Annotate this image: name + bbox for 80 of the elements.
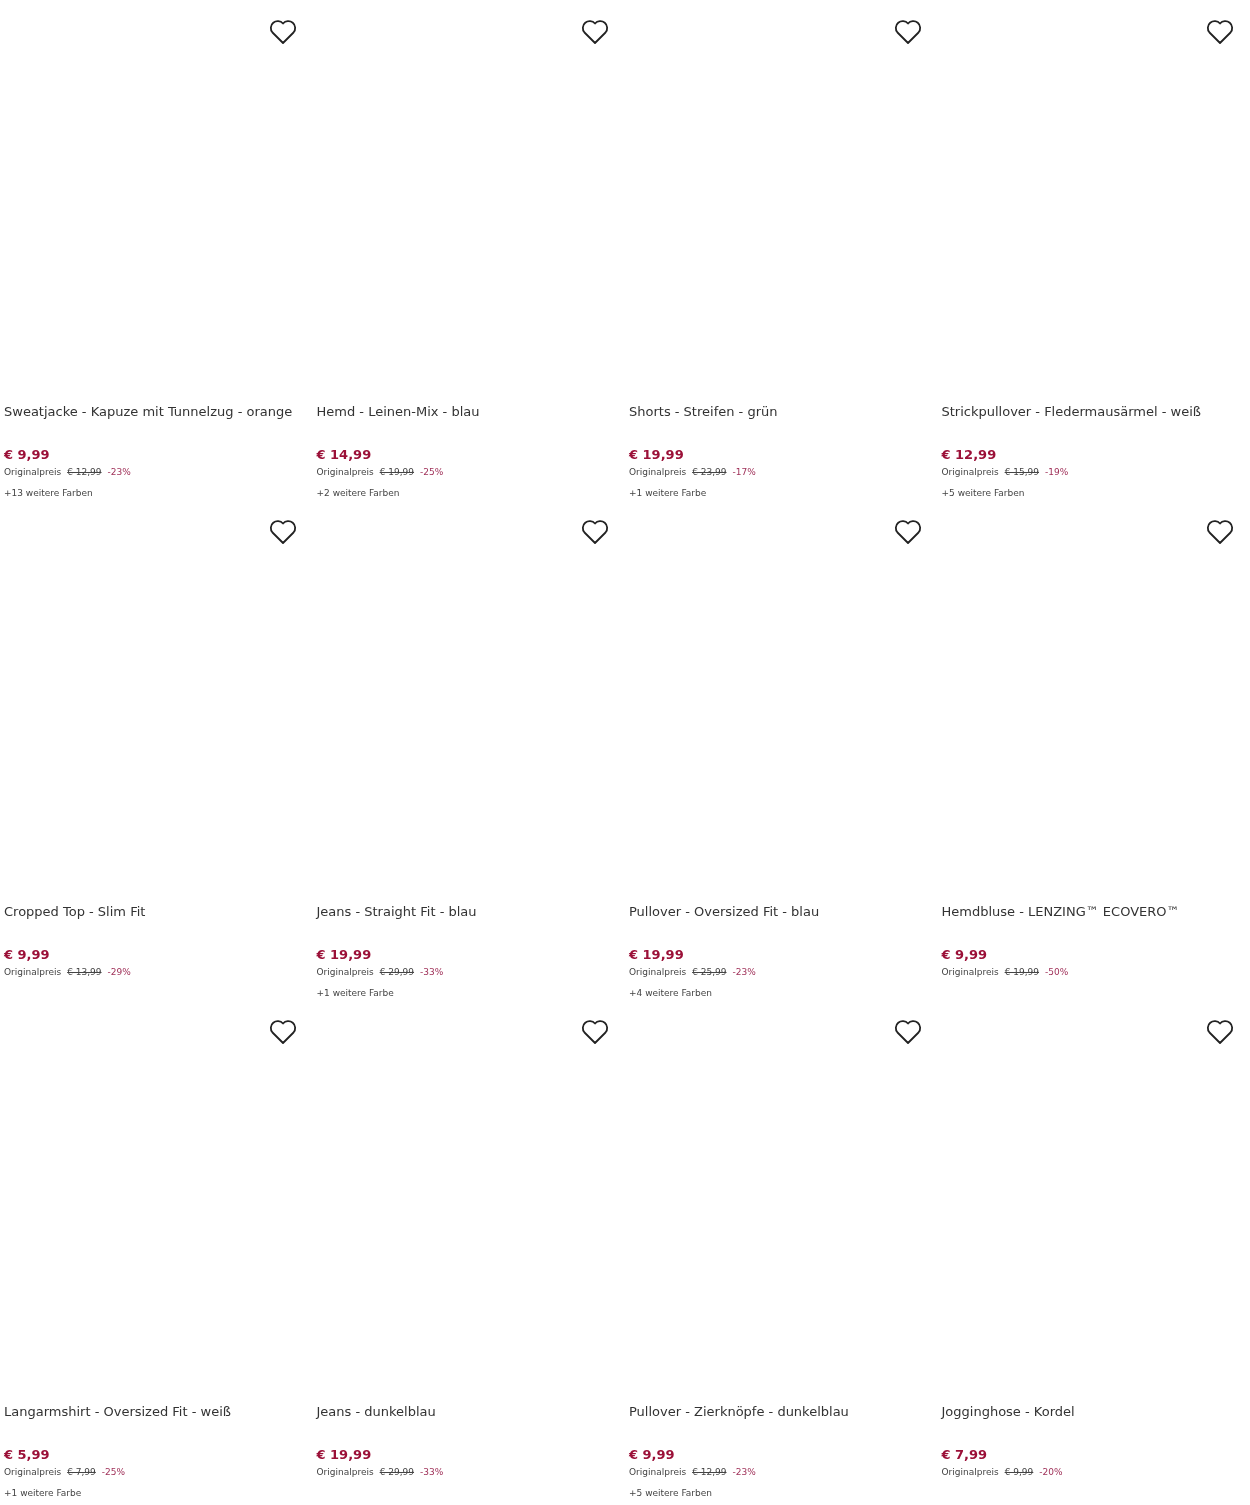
heart-icon[interactable] (581, 519, 609, 545)
heart-icon[interactable] (1206, 1019, 1234, 1045)
original-price: € 23,99 (692, 466, 727, 479)
discount: -25% (420, 466, 444, 479)
more-colors[interactable]: +5 weitere Farben (629, 1486, 938, 1500)
product-title[interactable]: Cropped Top - Slim Fit (4, 902, 313, 922)
discount: -23% (107, 466, 131, 479)
product-title[interactable]: Pullover - Oversized Fit - blau (629, 902, 938, 922)
original-price-label: Originalpreis (629, 1466, 687, 1479)
original-price: € 13,99 (67, 966, 102, 979)
original-price-label: Originalpreis (316, 966, 374, 979)
sale-price: € 12,99 (941, 446, 998, 464)
discount: -50% (1045, 966, 1069, 979)
original-price-label: Originalpreis (4, 1466, 62, 1479)
discount: -29% (107, 966, 131, 979)
heart-icon[interactable] (893, 519, 922, 545)
discount: -17% (732, 466, 756, 479)
original-price: € 12,99 (67, 466, 102, 479)
sale-price: € 19,99 (629, 446, 685, 464)
product-title[interactable]: Jeans - Straight Fit - blau (316, 902, 625, 922)
original-price-label: Originalpreis (4, 966, 62, 979)
discount: -33% (420, 1466, 444, 1479)
original-price: € 19,99 (379, 466, 415, 479)
heart-icon[interactable] (1206, 19, 1234, 45)
product-title[interactable]: Hemd - Leinen-Mix - blau (316, 402, 625, 422)
original-price: € 29,99 (379, 966, 415, 979)
original-price-label: Originalpreis (941, 466, 999, 479)
product-title[interactable]: Pullover - Zierknöpfe - dunkelblau (629, 1402, 938, 1422)
discount: -19% (1045, 466, 1069, 479)
more-colors[interactable]: +13 weitere Farben (4, 486, 313, 500)
product-title[interactable]: Hemdbluse - LENZING™ ECOVERO™ (941, 902, 1250, 922)
sale-price: € 9,99 (4, 446, 51, 464)
product-title[interactable]: Jogginghose - Kordel (941, 1402, 1250, 1422)
heart-icon[interactable] (268, 1019, 297, 1045)
sale-price: € 19,99 (316, 946, 373, 964)
heart-icon[interactable] (581, 19, 609, 45)
original-price: € 25,99 (692, 966, 727, 979)
sale-price: € 5,99 (4, 1446, 51, 1464)
sale-price: € 14,99 (316, 446, 373, 464)
original-price-label: Originalpreis (941, 966, 999, 979)
sale-price: € 19,99 (629, 946, 685, 964)
original-price: € 9,99 (1004, 1466, 1034, 1479)
sale-price: € 9,99 (629, 1446, 676, 1464)
original-price-label: Originalpreis (629, 466, 687, 479)
sale-price: € 7,99 (941, 1446, 989, 1464)
more-colors[interactable]: +1 weitere Farbe (629, 486, 938, 500)
original-price-label: Originalpreis (316, 1466, 374, 1479)
sale-price: € 9,99 (4, 946, 51, 964)
more-colors[interactable]: +4 weitere Farben (629, 986, 938, 1000)
more-colors[interactable]: +5 weitere Farben (941, 486, 1250, 500)
more-colors[interactable]: +2 weitere Farben (316, 486, 625, 500)
original-price: € 7,99 (67, 1466, 96, 1479)
discount: -33% (420, 966, 444, 979)
discount: -25% (101, 1466, 126, 1479)
heart-icon[interactable] (893, 1019, 922, 1045)
product-title[interactable]: Sweatjacke - Kapuze mit Tunnelzug - orange (4, 402, 313, 422)
more-colors[interactable]: +1 weitere Farbe (316, 986, 625, 1000)
original-price: € 12,99 (692, 1466, 727, 1479)
original-price-label: Originalpreis (4, 466, 62, 479)
original-price-label: Originalpreis (316, 466, 374, 479)
more-colors[interactable]: +1 weitere Farbe (4, 1486, 313, 1500)
product-title[interactable]: Langarmshirt - Oversized Fit - weiß (4, 1402, 313, 1422)
original-price-label: Originalpreis (629, 966, 687, 979)
heart-icon[interactable] (268, 519, 297, 545)
original-price: € 29,99 (379, 1466, 415, 1479)
original-price-label: Originalpreis (941, 1466, 999, 1479)
discount: -23% (732, 1466, 756, 1479)
discount: -20% (1039, 1466, 1063, 1479)
original-price: € 19,99 (1004, 966, 1040, 979)
product-title[interactable]: Shorts - Streifen - grün (629, 402, 938, 422)
sale-price: € 9,99 (941, 946, 989, 964)
heart-icon[interactable] (581, 1019, 609, 1045)
original-price: € 15,99 (1004, 466, 1040, 479)
sale-price: € 19,99 (316, 1446, 373, 1464)
product-title[interactable]: Jeans - dunkelblau (316, 1402, 625, 1422)
heart-icon[interactable] (268, 19, 297, 45)
product-title[interactable]: Strickpullover - Fledermausärmel - weiß (941, 402, 1250, 422)
heart-icon[interactable] (1206, 519, 1234, 545)
discount: -23% (732, 966, 756, 979)
heart-icon[interactable] (893, 19, 922, 45)
